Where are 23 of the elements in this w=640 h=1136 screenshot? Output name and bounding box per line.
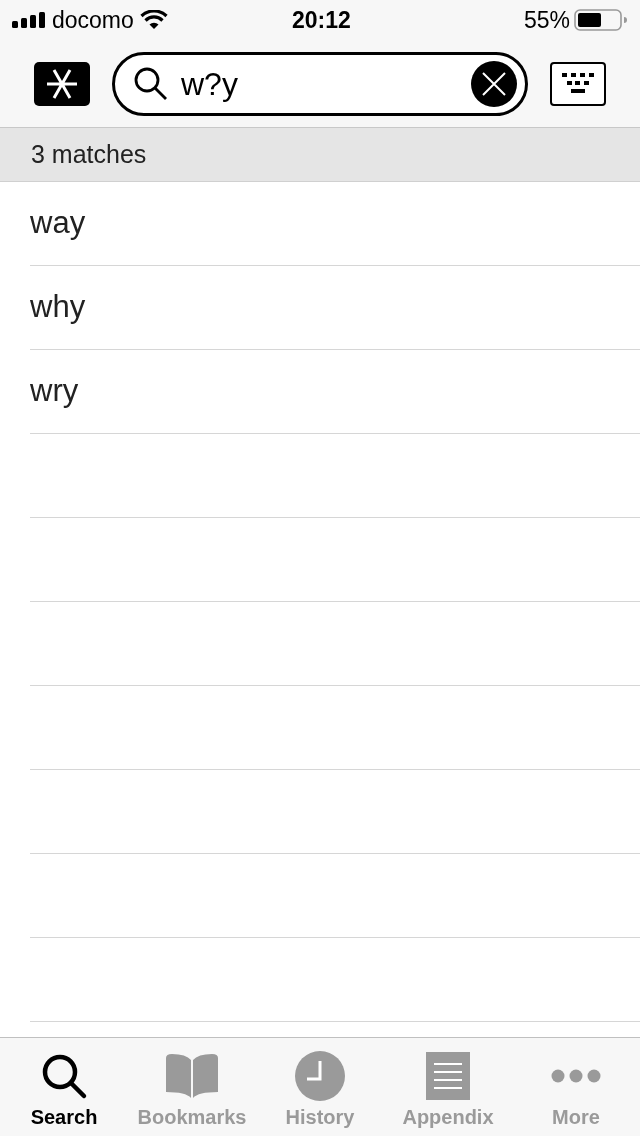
carrier-name: docomo bbox=[52, 5, 134, 35]
search-icon bbox=[133, 65, 169, 102]
more-icon bbox=[551, 1069, 601, 1083]
search-icon bbox=[40, 1052, 88, 1100]
battery-icon bbox=[574, 9, 628, 31]
tab[interactable]: Search bbox=[0, 1038, 128, 1136]
clear-button[interactable] bbox=[471, 60, 517, 107]
clock-time: 20:12 bbox=[292, 5, 351, 35]
close-icon bbox=[482, 71, 506, 96]
keyboard-button[interactable] bbox=[550, 61, 606, 106]
battery-percentage: 55% bbox=[523, 5, 570, 35]
asterisk-button[interactable] bbox=[34, 61, 90, 106]
document-icon bbox=[426, 1052, 470, 1100]
result-word[interactable]: why bbox=[30, 284, 86, 331]
result-word[interactable]: way bbox=[30, 200, 86, 247]
result-count: 3 matches bbox=[31, 138, 147, 170]
book-icon bbox=[164, 1052, 220, 1100]
wifi-icon bbox=[139, 10, 168, 30]
search-field[interactable]: w?y bbox=[112, 51, 528, 116]
clock-icon bbox=[295, 1051, 345, 1101]
result-word[interactable]: wry bbox=[30, 368, 79, 415]
keyboard-icon bbox=[561, 71, 595, 96]
signal-icon bbox=[12, 12, 46, 28]
